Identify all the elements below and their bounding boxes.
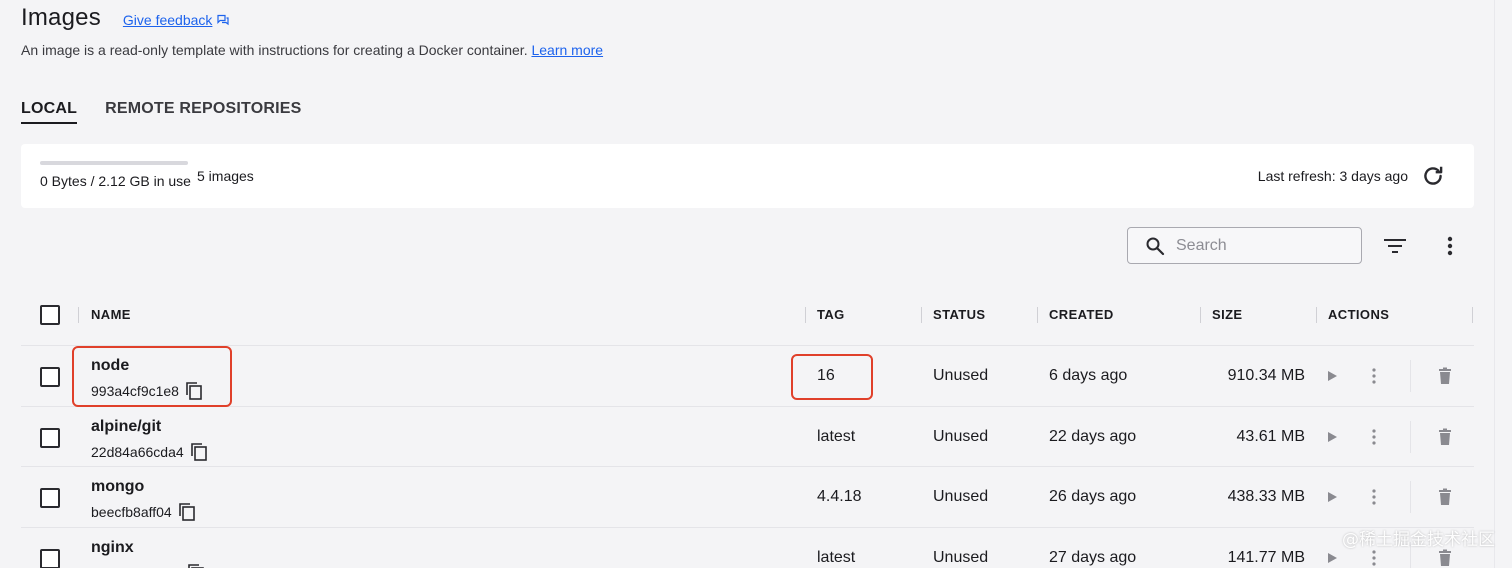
table-row[interactable]: nginx 3f8a4339aadd latest Unused 27 days…: [21, 528, 1474, 568]
page-header: Images Give feedback: [21, 4, 230, 32]
image-name: mongo: [91, 478, 145, 495]
image-status: Unused: [933, 367, 989, 384]
image-id: 22d84a66cda4: [91, 442, 208, 462]
action-divider: [1410, 360, 1411, 392]
image-name: node: [91, 357, 130, 374]
row-checkbox[interactable]: [40, 367, 60, 387]
column-divider: [1200, 307, 1201, 323]
tab-local[interactable]: LOCAL: [21, 100, 78, 124]
row-more-icon[interactable]: [1368, 488, 1380, 506]
column-divider: [1316, 307, 1317, 323]
copy-icon[interactable]: [187, 563, 205, 568]
action-divider: [1410, 481, 1411, 513]
run-icon[interactable]: [1324, 368, 1340, 384]
run-icon[interactable]: [1324, 429, 1340, 445]
images-table: NAME TAG STATUS CREATED SIZE ACTIONS nod…: [21, 286, 1474, 568]
row-checkbox[interactable]: [40, 427, 60, 448]
row-more-icon[interactable]: [1368, 428, 1380, 446]
image-tag: latest: [817, 548, 856, 566]
filter-icon[interactable]: [1382, 234, 1408, 258]
row-more-icon[interactable]: [1368, 367, 1380, 385]
disk-usage-bar: [40, 161, 188, 165]
column-header-created[interactable]: CREATED: [1049, 307, 1114, 322]
image-status: Unused: [933, 548, 989, 566]
action-divider: [1410, 420, 1411, 453]
image-name: alpine/git: [91, 417, 162, 435]
column-header-name[interactable]: NAME: [91, 307, 131, 322]
run-icon[interactable]: [1324, 550, 1340, 566]
delete-icon[interactable]: [1437, 488, 1453, 506]
disk-usage-text: 0 Bytes / 2.12 GB in use: [40, 173, 191, 189]
search-icon: [1146, 237, 1165, 255]
image-name: nginx: [91, 538, 134, 556]
image-created: 22 days ago: [1049, 427, 1137, 445]
learn-more-link[interactable]: Learn more: [531, 42, 603, 58]
column-divider: [805, 307, 806, 323]
delete-icon[interactable]: [1437, 549, 1453, 567]
image-size: 438.33 MB: [1227, 488, 1305, 505]
delete-icon[interactable]: [1437, 428, 1453, 446]
column-header-actions: ACTIONS: [1328, 307, 1390, 322]
feedback-icon: [217, 14, 230, 26]
table-row[interactable]: mongo beecfb8aff04 4.4.18 Unused 26 days…: [21, 467, 1474, 528]
image-status: Unused: [933, 488, 989, 505]
table-row[interactable]: node 993a4cf9c1e8 16 Unused 6 days ago 9…: [21, 346, 1474, 407]
select-all-checkbox[interactable]: [40, 305, 60, 325]
image-id: 993a4cf9c1e8: [91, 381, 203, 401]
delete-icon[interactable]: [1437, 367, 1453, 385]
image-id-text: 22d84a66cda4: [91, 443, 184, 460]
image-created: 27 days ago: [1049, 548, 1137, 566]
more-options-icon[interactable]: [1440, 234, 1460, 258]
column-header-tag[interactable]: TAG: [817, 307, 845, 322]
search-input[interactable]: [1176, 236, 1346, 255]
column-header-size[interactable]: SIZE: [1212, 307, 1243, 322]
image-created: 6 days ago: [1049, 367, 1128, 384]
search-box: [1127, 227, 1362, 264]
refresh-icon[interactable]: [1420, 163, 1446, 189]
copy-icon[interactable]: [190, 442, 208, 462]
image-size: 141.77 MB: [1227, 548, 1305, 566]
disk-usage-card: 0 Bytes / 2.12 GB in use 5 images Last r…: [21, 144, 1474, 208]
row-more-icon[interactable]: [1368, 549, 1380, 567]
give-feedback-label: Give feedback: [122, 12, 213, 28]
column-divider: [1037, 307, 1038, 323]
table-header: NAME TAG STATUS CREATED SIZE ACTIONS: [21, 286, 1474, 346]
image-status: Unused: [933, 427, 989, 445]
row-checkbox[interactable]: [40, 488, 60, 508]
images-count: 5 images: [197, 168, 254, 184]
page-title: Images: [21, 4, 101, 31]
watermark: @稀土掘金技术社区: [1342, 530, 1495, 550]
image-size: 43.61 MB: [1236, 427, 1305, 445]
image-id: beecfb8aff04: [91, 502, 196, 522]
column-divider: [78, 307, 79, 323]
last-refresh-text: Last refresh: 3 days ago: [1257, 168, 1408, 184]
image-tag: 4.4.18: [817, 488, 862, 505]
column-header-status[interactable]: STATUS: [933, 307, 985, 322]
image-id-text: 993a4cf9c1e8: [91, 383, 179, 399]
image-tag: 16: [817, 367, 835, 384]
image-tag: latest: [817, 427, 856, 445]
run-icon[interactable]: [1324, 489, 1340, 505]
tab-remote-repositories[interactable]: REMOTE REPOSITORIES: [105, 100, 301, 124]
row-checkbox[interactable]: [40, 548, 60, 568]
image-id: 3f8a4339aadd: [91, 563, 205, 568]
image-size: 910.34 MB: [1227, 367, 1305, 384]
give-feedback-link[interactable]: Give feedback: [123, 12, 230, 28]
image-id-text: 3f8a4339aadd: [91, 565, 181, 568]
page-subtitle: An image is a read-only template with in…: [21, 42, 603, 58]
copy-icon[interactable]: [185, 381, 203, 401]
scrollbar[interactable]: [1494, 0, 1512, 568]
table-row[interactable]: alpine/git 22d84a66cda4 latest Unused 22…: [21, 407, 1474, 467]
column-divider: [921, 307, 922, 323]
image-created: 26 days ago: [1049, 488, 1137, 505]
image-id-text: beecfb8aff04: [91, 504, 172, 520]
tab-bar: LOCAL REMOTE REPOSITORIES: [21, 100, 302, 124]
column-divider: [1472, 307, 1473, 323]
subtitle-text: An image is a read-only template with in…: [21, 42, 528, 58]
copy-icon[interactable]: [178, 502, 196, 522]
